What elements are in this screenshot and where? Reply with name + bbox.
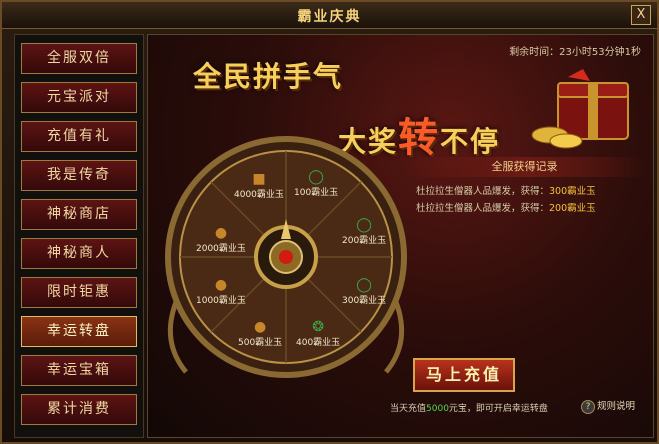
slogan-line1: 全民拼手气: [193, 60, 344, 93]
jade-ring-icon: ◯: [308, 169, 324, 185]
jade-ring-icon: ◯: [356, 217, 372, 233]
record-text: 杜拉拉生僧器人品爆发，获得：: [416, 203, 550, 214]
wheel-prize-4000: ■ 4000霸业玉: [234, 171, 284, 200]
recharge-now-button[interactable]: 马上充值: [413, 358, 515, 392]
gift-chest-icon: [531, 69, 629, 149]
wheel-prize-2000: ● 2000霸业玉: [196, 225, 246, 254]
sidebar-item-lucky-wheel[interactable]: 幸运转盘: [21, 316, 137, 347]
money-bag-icon: ●: [214, 277, 228, 293]
record-prize: 200霸业玉: [549, 203, 596, 214]
sidebar-item-mystery-merchant[interactable]: 神秘商人: [21, 238, 137, 269]
wheel-prize-500: ● 500霸业玉: [238, 319, 283, 348]
money-bag-icon: ●: [214, 225, 228, 241]
global-records: 全服获得记录 杜拉拉生僧器人品爆发，获得：300霸业玉 杜拉拉生僧器人品爆发，获…: [402, 157, 647, 217]
sidebar-item-mystery-shop[interactable]: 神秘商店: [21, 199, 137, 230]
jade-medal-icon: ❂: [312, 319, 324, 335]
sidebar-item-cumulative-spend[interactable]: 累计消费: [21, 394, 137, 425]
rules-link[interactable]: ? 规则说明: [581, 398, 635, 414]
sidebar-item-limited-offer[interactable]: 限时钜惠: [21, 277, 137, 308]
lucky-wheel: ◯ 100霸业玉 ◯ 200霸业玉 ◯ 300霸业玉 ❂ 400霸业玉 ● 500霸业玉 …: [156, 127, 416, 397]
wheel-frame: [165, 136, 407, 378]
window-title: 霸业庆典: [297, 9, 362, 25]
wheel-prize-100: ◯ 100霸业玉: [294, 169, 339, 198]
record-prize: 300霸业玉: [549, 186, 596, 197]
sidebar-item-lucky-chest[interactable]: 幸运宝箱: [21, 355, 137, 386]
sidebar-item-recharge-gift[interactable]: 充值有礼: [21, 121, 137, 152]
record-text: 杜拉拉生僧器人品爆发，获得：: [416, 186, 550, 197]
wheel-prize-1000: ● 1000霸业玉: [196, 277, 246, 306]
close-button[interactable]: X: [631, 5, 651, 25]
wheel-prize-400: ❂ 400霸业玉: [296, 319, 341, 348]
sidebar-item-double[interactable]: 全服双倍: [21, 43, 137, 74]
celebration-window: 霸业庆典 X 全服双倍 元宝派对 充值有礼 我是传奇 神秘商店 神秘商人 限时钜…: [0, 0, 659, 444]
wheel-prize-300: ◯ 300霸业玉: [342, 277, 387, 306]
money-bag-icon: ●: [253, 319, 267, 335]
wheel-prize-200: ◯ 200霸业玉: [342, 217, 387, 246]
record-entry: 杜拉拉生僧器人品爆发，获得：200霸业玉: [402, 200, 647, 214]
sidebar-item-yuanbao-party[interactable]: 元宝派对: [21, 82, 137, 113]
record-entry: 杜拉拉生僧器人品爆发，获得：300霸业玉: [402, 183, 647, 197]
main-panel: 剩余时间：23小时53分钟1秒 全民拼手气 大奖转不停 全服获得记录 杜拉拉生僧…: [147, 34, 654, 438]
records-header: 全服获得记录: [402, 157, 647, 177]
slogan-part-c: 不停: [440, 125, 501, 158]
recharge-note: 当天充值5000元宝，即可开启幸运转盘: [390, 404, 548, 414]
sidebar: 全服双倍 元宝派对 充值有礼 我是传奇 神秘商店 神秘商人 限时钜惠 幸运转盘 …: [14, 34, 144, 438]
jade-ring-icon: ◯: [356, 277, 372, 293]
title-bar: 霸业庆典 X: [2, 2, 657, 29]
countdown-timer: 剩余时间：23小时53分钟1秒: [509, 47, 641, 58]
treasure-chest-icon: ■: [252, 171, 266, 187]
help-icon: ?: [581, 400, 595, 414]
sidebar-item-legend[interactable]: 我是传奇: [21, 160, 137, 191]
